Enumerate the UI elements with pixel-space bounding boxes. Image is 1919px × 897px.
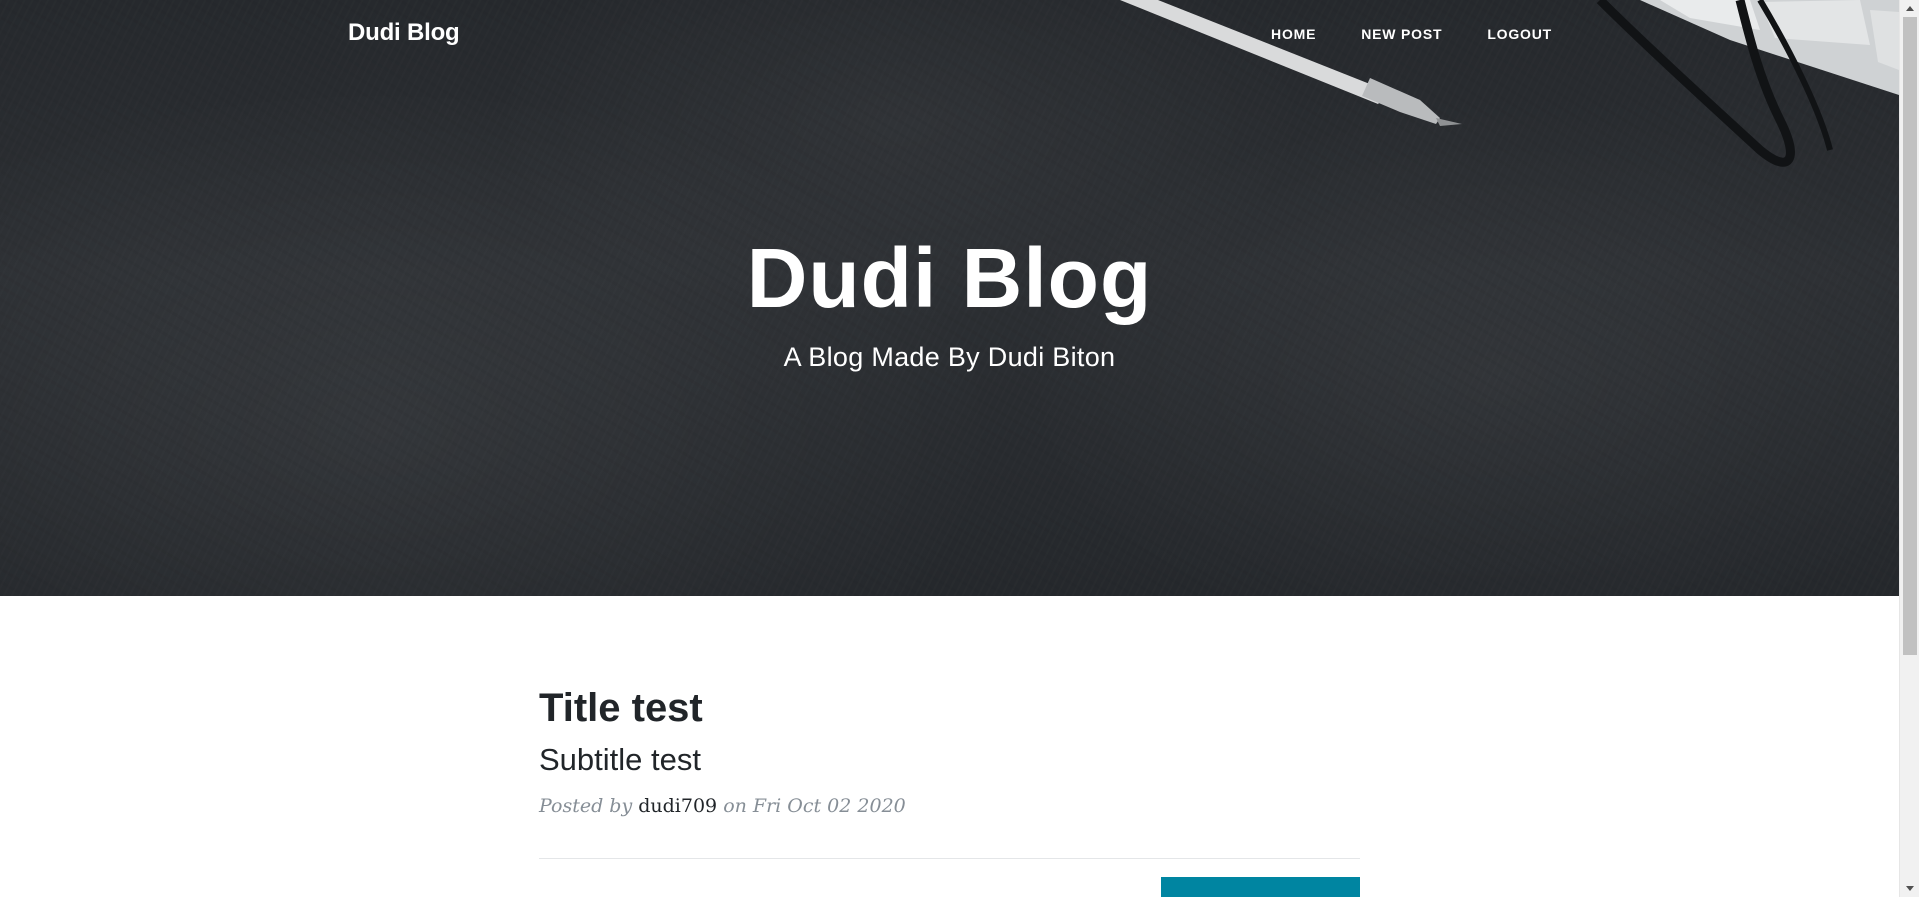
vertical-scrollbar[interactable] — [1899, 0, 1919, 897]
post-title[interactable]: Title test — [539, 687, 1360, 729]
scroll-up-arrow-icon[interactable] — [1900, 0, 1919, 17]
nav-link-logout[interactable]: Logout — [1487, 26, 1552, 42]
older-posts-button[interactable] — [1161, 877, 1360, 897]
post-author-link[interactable]: dudi709 — [638, 795, 717, 817]
site-title: Dudi Blog — [746, 231, 1153, 325]
post-meta-prefix: Posted by — [539, 795, 633, 818]
scroll-down-arrow-icon[interactable] — [1900, 880, 1919, 897]
nav-links: Home New Post Logout — [1226, 26, 1552, 42]
navbar: Dudi Blog Home New Post Logout — [0, 0, 1899, 70]
post-meta-date: on Fri Oct 02 2020 — [723, 795, 906, 818]
site-heading: Dudi Blog A Blog Made By Dudi Biton — [0, 220, 1899, 373]
main-content: Title test Subtitle test Posted by dudi7… — [539, 596, 1360, 897]
nav-link-home[interactable]: Home — [1271, 26, 1316, 42]
post-meta: Posted by dudi709 on Fri Oct 02 2020 — [539, 795, 1360, 817]
page: Dudi Blog Home New Post Logout Dudi Blog… — [0, 0, 1919, 897]
masthead: Dudi Blog Home New Post Logout Dudi Blog… — [0, 0, 1899, 596]
post-preview: Title test Subtitle test Posted by dudi7… — [539, 596, 1360, 817]
navbar-brand[interactable]: Dudi Blog — [348, 19, 460, 47]
nav-link-new-post[interactable]: New Post — [1361, 26, 1442, 42]
site-subtitle: A Blog Made By Dudi Biton — [783, 342, 1116, 372]
post-subtitle[interactable]: Subtitle test — [539, 742, 1360, 777]
scrollbar-thumb[interactable] — [1903, 17, 1917, 655]
post-divider — [539, 858, 1360, 859]
